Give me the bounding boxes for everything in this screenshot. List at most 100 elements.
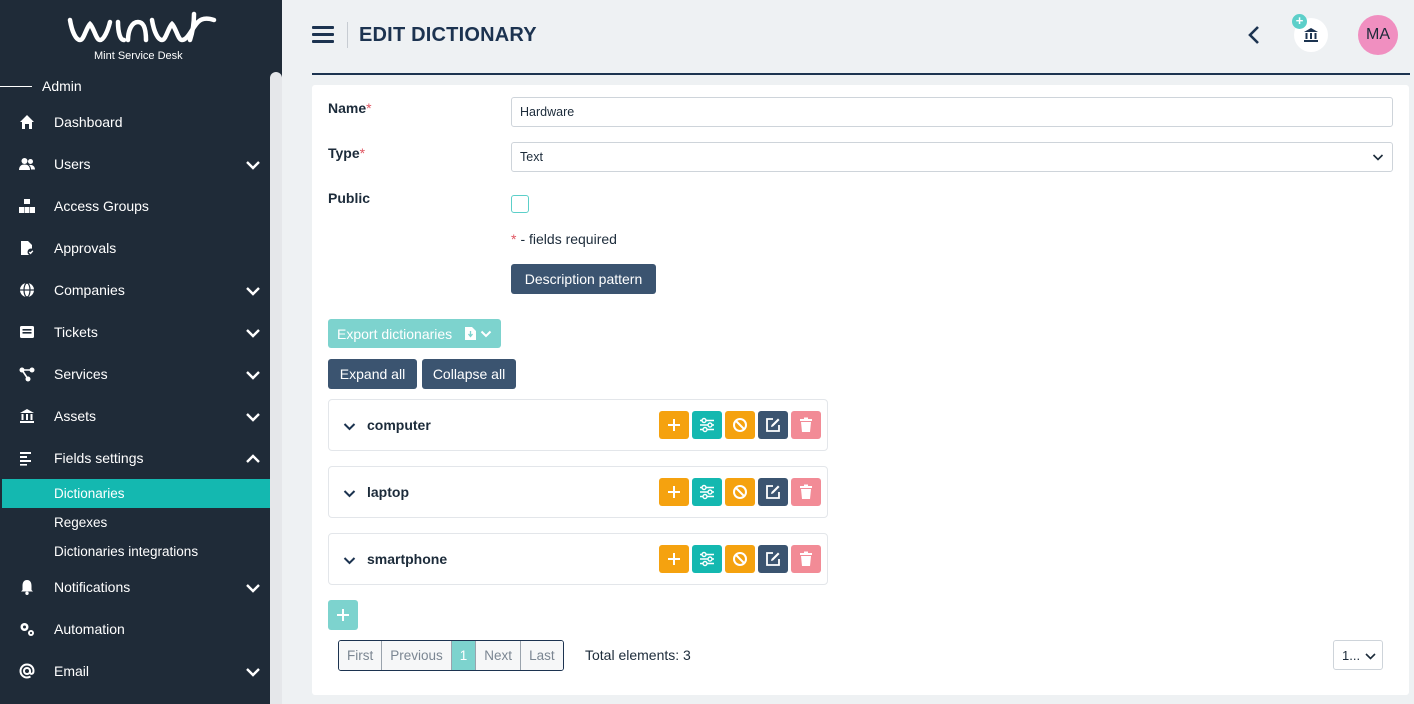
sidebar-item-dashboard[interactable]: Dashboard: [0, 102, 270, 142]
edit-button[interactable]: [758, 545, 788, 573]
sidebar-item-tickets[interactable]: Tickets: [0, 312, 270, 352]
export-dictionaries-button[interactable]: Export dictionaries: [328, 319, 501, 348]
required-asterisk: *: [359, 145, 366, 161]
plus-icon: [668, 419, 680, 431]
sidebar-scrollbar-thumb[interactable]: [270, 72, 282, 704]
plus-icon: [668, 553, 680, 565]
name-input[interactable]: [511, 97, 1393, 127]
pagination-first[interactable]: First: [339, 641, 383, 670]
file-export-icon: [465, 327, 476, 340]
add-child-button[interactable]: [659, 545, 689, 573]
sidebar-item-label: Assets: [54, 408, 97, 424]
header-divider: [312, 73, 1410, 75]
page-size-select[interactable]: 1...: [1333, 640, 1383, 670]
ban-icon: [733, 485, 747, 499]
edit-button[interactable]: [758, 478, 788, 506]
chevron-down-icon: [1372, 154, 1384, 161]
settings-button[interactable]: [692, 411, 722, 439]
ban-icon: [733, 552, 747, 566]
sidebar-item-notifications[interactable]: Notifications: [0, 567, 270, 607]
logo-text: Mint Service Desk: [94, 50, 183, 62]
chevron-down-icon[interactable]: [343, 554, 356, 567]
chevron-down-icon: [480, 330, 492, 338]
edit-icon: [766, 418, 780, 432]
sidebar-item-assets[interactable]: Assets: [0, 396, 270, 436]
settings-button[interactable]: [692, 545, 722, 573]
add-dictionary-item-button[interactable]: [328, 600, 358, 630]
plus-icon: [337, 609, 349, 621]
dictionary-item-name: smartphone: [367, 551, 448, 567]
chevron-down-icon: [246, 584, 260, 593]
delete-button[interactable]: [791, 411, 821, 439]
chevron-down-icon: [1365, 653, 1376, 660]
sidebar-item-companies[interactable]: Companies: [0, 270, 270, 310]
bell-icon: [21, 580, 33, 595]
at-icon: [19, 663, 35, 679]
file-check-icon: [21, 241, 35, 256]
total-elements: Total elements: 3: [585, 647, 691, 663]
sidebar-item-label: Services: [54, 366, 108, 382]
sidebar-item-users[interactable]: Users: [0, 144, 270, 184]
delete-button[interactable]: [791, 478, 821, 506]
divider: [0, 86, 32, 87]
sidebar-item-services[interactable]: Services: [0, 354, 270, 394]
logo[interactable]: Mint Service Desk: [0, 0, 282, 70]
page-size-value: 1...: [1342, 648, 1361, 663]
disable-button[interactable]: [725, 411, 755, 439]
pagination-next[interactable]: Next: [476, 641, 522, 670]
sidebar-subitem-dictionaries[interactable]: Dictionaries: [2, 479, 270, 508]
sidebar-item-label: Approvals: [54, 240, 117, 256]
sidebar-subitem-label: Dictionaries integrations: [54, 544, 199, 559]
collapse-all-button[interactable]: Collapse all: [422, 359, 516, 389]
sidebar-item-label: Dashboard: [54, 114, 123, 130]
disable-button[interactable]: [725, 478, 755, 506]
sidebar-subitem-regexes[interactable]: Regexes: [2, 508, 270, 537]
home-icon: [20, 115, 34, 129]
chevron-down-icon[interactable]: [343, 487, 356, 500]
name-label: Name*: [328, 100, 372, 116]
expand-all-button[interactable]: Expand all: [328, 359, 417, 389]
pagination-current-page[interactable]: 1: [451, 641, 477, 670]
sidebar-item-access-groups[interactable]: Access Groups: [0, 186, 270, 226]
sidebar-item-automation[interactable]: Automation: [0, 609, 270, 649]
sidebar-item-label: Users: [54, 156, 91, 172]
type-label: Type*: [328, 145, 366, 161]
sidebar-subitem-label: Regexes: [54, 515, 108, 530]
pagination: First Previous 1 Next Last: [338, 640, 564, 671]
sidebar-item-email[interactable]: Email: [0, 651, 270, 691]
sidebar-item-approvals[interactable]: Approvals: [0, 228, 270, 268]
dictionary-item-name: laptop: [367, 484, 409, 500]
chevron-down-icon: [246, 668, 260, 677]
chevron-down-icon: [246, 161, 260, 170]
top-header: EDIT DICTIONARY + MA: [282, 0, 1414, 74]
type-select[interactable]: Text: [511, 142, 1393, 172]
sidebar-item-label: Automation: [54, 621, 125, 637]
avatar[interactable]: MA: [1358, 15, 1398, 55]
sidebar-item-label: Companies: [54, 282, 125, 298]
hamburger-menu-icon[interactable]: [312, 26, 334, 44]
pagination-last[interactable]: Last: [521, 641, 563, 670]
settings-button[interactable]: [692, 478, 722, 506]
edit-button[interactable]: [758, 411, 788, 439]
sidebar-item-fields-settings[interactable]: Fields settings: [0, 438, 270, 478]
dictionary-item-laptop: laptop: [328, 466, 828, 518]
type-select-value: Text: [520, 150, 543, 164]
sidebar-item-label: Tickets: [54, 324, 98, 340]
sitemap-icon: [19, 199, 35, 213]
add-child-button[interactable]: [659, 478, 689, 506]
sidebar-subitem-dictionaries-integrations[interactable]: Dictionaries integrations: [2, 537, 270, 566]
add-child-button[interactable]: [659, 411, 689, 439]
description-pattern-button[interactable]: Description pattern: [511, 264, 656, 294]
delete-button[interactable]: [791, 545, 821, 573]
pagination-previous[interactable]: Previous: [382, 641, 452, 670]
chevron-down-icon[interactable]: [343, 420, 356, 433]
chevron-down-icon: [246, 287, 260, 296]
public-checkbox[interactable]: [511, 195, 529, 213]
align-left-icon: [20, 452, 31, 466]
disable-button[interactable]: [725, 545, 755, 573]
divider: [347, 22, 348, 48]
globe-icon: [20, 282, 34, 298]
sidebar-item-label: Email: [54, 663, 90, 679]
plus-badge-icon[interactable]: +: [1292, 14, 1307, 29]
chevron-left-icon[interactable]: [1244, 24, 1264, 46]
